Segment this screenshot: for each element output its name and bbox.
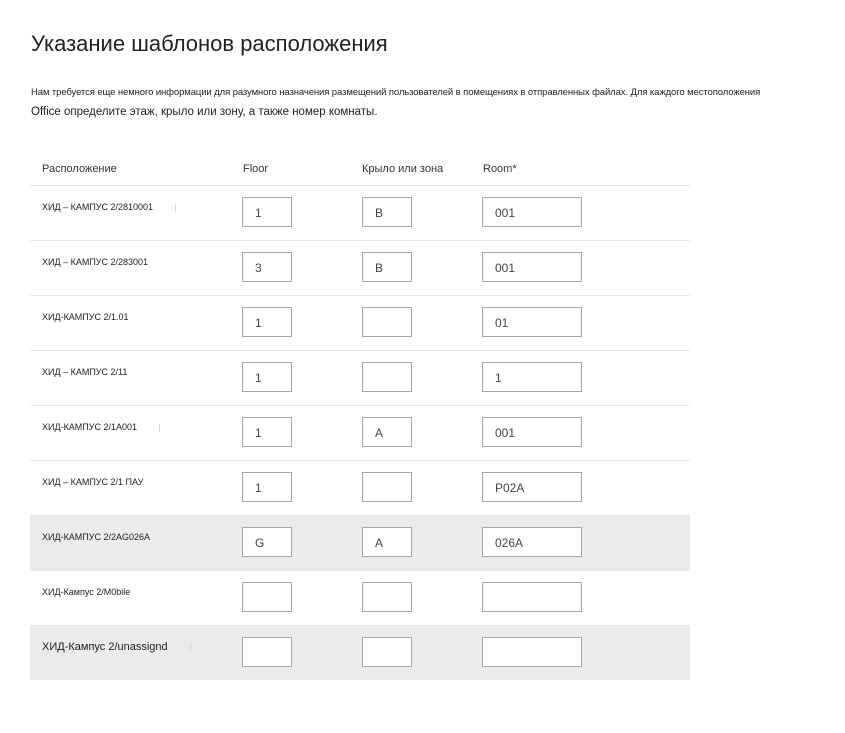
room-input[interactable]: 001	[482, 252, 582, 282]
header-room: Room*	[483, 163, 517, 175]
floor-input[interactable]	[242, 582, 292, 612]
location-name: ХИД – КАМПУС 2/2810001	[42, 202, 177, 212]
location-table: Расположение Floor Крыло или зона Room* …	[30, 155, 690, 680]
room-input[interactable]	[482, 637, 582, 667]
wing-input[interactable]	[362, 582, 412, 612]
table-header: Расположение Floor Крыло или зона Room*	[30, 155, 690, 186]
location-name: ХИД – КАМПУС 2/1 ПАУ	[42, 477, 144, 487]
table-row: ХИД-Кампус 2/M0bile	[30, 571, 690, 626]
wing-input[interactable]	[362, 472, 412, 502]
table-row: ХИД-КАМПУС 2/2AG026A G A 026A	[30, 516, 690, 571]
floor-input[interactable]: 1	[242, 417, 292, 447]
room-input[interactable]: P02A	[482, 472, 582, 502]
location-name: ХИД-Кампус 2/M0bile	[42, 587, 131, 597]
wing-input[interactable]: A	[362, 417, 412, 447]
divider	[159, 423, 161, 432]
room-input[interactable]: 01	[482, 307, 582, 337]
floor-input[interactable]: 1	[242, 362, 292, 392]
location-name: ХИД-Кампус 2/unassignd	[42, 641, 191, 653]
location-name: ХИД-КАМПУС 2/1.01	[42, 312, 129, 322]
table-row: ХИД-КАМПУС 2/1A001 1 A 001	[30, 406, 690, 461]
room-input[interactable]: 1	[482, 362, 582, 392]
wing-input[interactable]	[362, 307, 412, 337]
divider	[189, 643, 191, 652]
table-row: ХИД-КАМПУС 2/1.01 1 01	[30, 296, 690, 351]
table-row: ХИД-Кампус 2/unassignd	[30, 626, 690, 680]
wing-input[interactable]	[362, 637, 412, 667]
wing-input[interactable]: B	[362, 252, 412, 282]
floor-input[interactable]: 1	[242, 307, 292, 337]
page-title: Указание шаблонов расположения	[31, 31, 388, 56]
location-name: ХИД-КАМПУС 2/1A001	[42, 422, 161, 432]
location-name: ХИД – КАМПУС 2/11	[42, 367, 128, 377]
header-location: Расположение	[42, 163, 117, 175]
floor-input[interactable]: 3	[242, 252, 292, 282]
room-input[interactable]: 001	[482, 417, 582, 447]
room-input[interactable]: 001	[482, 197, 582, 227]
table-row: ХИД – КАМПУС 2/11 1 1	[30, 351, 690, 406]
wing-input[interactable]: A	[362, 527, 412, 557]
floor-input[interactable]: G	[242, 527, 292, 557]
floor-input[interactable]: 1	[242, 197, 292, 227]
divider	[175, 203, 177, 212]
wing-input[interactable]: B	[362, 197, 412, 227]
location-name: ХИД-КАМПУС 2/2AG026A	[42, 532, 151, 542]
header-floor: Floor	[243, 163, 269, 175]
floor-input[interactable]	[242, 637, 292, 667]
room-input[interactable]: 026A	[482, 527, 582, 557]
floor-input[interactable]: 1	[242, 472, 292, 502]
location-name: ХИД – КАМПУС 2/283001	[42, 257, 149, 267]
header-wing: Крыло или зона	[362, 163, 444, 175]
description-line-1: Нам требуется еще немного информации для…	[31, 87, 761, 98]
table-row: ХИД – КАМПУС 2/1 ПАУ 1 P02A	[30, 461, 690, 516]
description-line-2: Office определите этаж, крыло или зону, …	[31, 106, 378, 118]
wing-input[interactable]	[362, 362, 412, 392]
room-input[interactable]	[482, 582, 582, 612]
table-row: ХИД – КАМПУС 2/2810001 1 B 001	[30, 186, 690, 241]
table-row: ХИД – КАМПУС 2/283001 3 B 001	[30, 241, 690, 296]
